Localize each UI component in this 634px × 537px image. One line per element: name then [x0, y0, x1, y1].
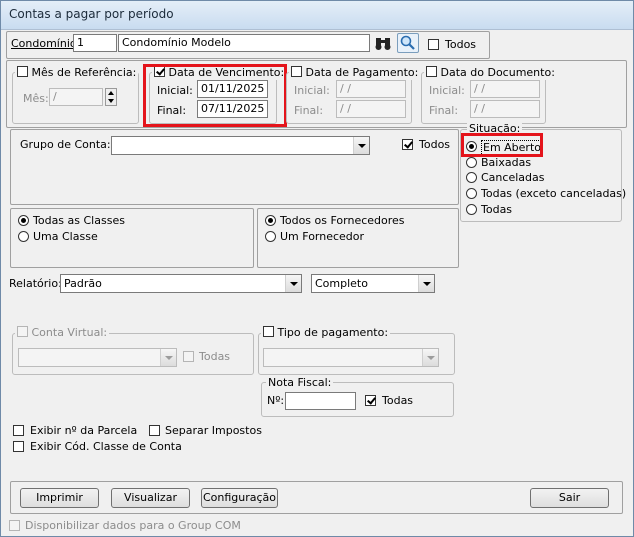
- configuracao-button[interactable]: Configuração: [201, 488, 278, 508]
- todas-classes-label: Todas as Classes: [33, 214, 125, 227]
- search-icon: [400, 35, 415, 50]
- chevron-down-icon[interactable]: [160, 349, 176, 366]
- data-documento-legend: Data do Documento:: [424, 66, 557, 80]
- nota-fiscal-todas-checkbox[interactable]: [365, 395, 376, 406]
- situacao-todas-exceto-label: Todas (exceto canceladas): [481, 187, 627, 200]
- uma-classe-label: Uma Classe: [33, 230, 98, 243]
- sair-button-label: Sair: [558, 491, 581, 504]
- configuracao-button-label: Configuração: [202, 491, 277, 504]
- relatorio-tipo-select[interactable]: Completo: [311, 274, 435, 293]
- conta-virtual-todas-label: Todas: [199, 350, 231, 363]
- todos-fornecedores-label: Todos os Fornecedores: [280, 214, 405, 227]
- vencimento-highlight: [143, 64, 287, 127]
- exibir-cod-classe-label: Exibir Cód. Classe de Conta: [30, 440, 182, 453]
- mes-label: Mês:: [23, 92, 49, 105]
- mes-spinner[interactable]: [105, 88, 117, 106]
- conta-virtual-select[interactable]: [18, 348, 177, 367]
- situacao-canceladas-radio[interactable]: [466, 172, 477, 183]
- situacao-highlight: [461, 133, 543, 157]
- relatorio-value: Padrão: [64, 277, 102, 290]
- tipo-pagamento-legend: Tipo de pagamento:: [261, 326, 391, 340]
- mes-referencia-legend: Mês de Referência:: [15, 66, 139, 80]
- visualizar-button[interactable]: Visualizar: [111, 488, 190, 508]
- situacao-baixadas-label: Baixadas: [481, 156, 532, 169]
- condominio-name-input[interactable]: Condomínio Modelo: [118, 34, 370, 52]
- exibir-cod-classe-checkbox[interactable]: [13, 441, 24, 452]
- group-com-label: Disponibilizar dados para o Group COM: [25, 519, 241, 532]
- separar-impostos-label: Separar Impostos: [165, 424, 262, 437]
- documento-final-input[interactable]: / /: [470, 100, 540, 118]
- binoculars-icon[interactable]: [373, 34, 393, 52]
- chevron-down-icon[interactable]: [418, 275, 434, 292]
- sair-button[interactable]: Sair: [530, 488, 609, 508]
- title-bar: Contas a pagar por período: [1, 1, 633, 30]
- situacao-canceladas-label: Canceladas: [481, 171, 545, 184]
- nota-fiscal-input[interactable]: [285, 392, 356, 410]
- data-documento-label: Data do Documento:: [440, 66, 555, 79]
- chevron-down-icon[interactable]: [353, 137, 369, 154]
- todos-fornecedores-radio[interactable]: [265, 215, 276, 226]
- condominio-todos-checkbox[interactable]: [428, 39, 439, 50]
- nota-fiscal-numero-label: Nº:: [267, 394, 285, 407]
- imprimir-button[interactable]: Imprimir: [20, 488, 99, 508]
- data-documento-checkbox[interactable]: [426, 66, 437, 77]
- visualizar-button-label: Visualizar: [124, 491, 177, 504]
- relatorio-select[interactable]: Padrão: [60, 274, 302, 293]
- conta-virtual-todas-checkbox[interactable]: [183, 351, 194, 362]
- exibir-parcela-checkbox[interactable]: [13, 425, 24, 436]
- situacao-baixadas-radio[interactable]: [466, 157, 477, 168]
- pagamento-final-label: Final:: [294, 104, 324, 117]
- grupo-conta-label: Grupo de Conta:: [20, 138, 111, 151]
- relatorio-label: Relatório:: [9, 277, 62, 290]
- documento-final-label: Final:: [429, 104, 459, 117]
- grupo-conta-todos-label: Todos: [419, 138, 451, 151]
- exibir-parcela-label: Exibir nº da Parcela: [30, 424, 138, 437]
- condominio-todos-label: Todos: [445, 38, 477, 51]
- situacao-todas-label: Todas: [481, 203, 513, 216]
- chevron-down-icon[interactable]: [422, 349, 438, 366]
- group-com-checkbox[interactable]: [9, 520, 20, 531]
- data-pagamento-checkbox[interactable]: [291, 66, 302, 77]
- situacao-todas-exceto-radio[interactable]: [466, 188, 477, 199]
- um-fornecedor-label: Um Fornecedor: [280, 230, 365, 243]
- documento-inicial-input[interactable]: / /: [470, 80, 540, 98]
- mes-referencia-checkbox[interactable]: [17, 66, 28, 77]
- grupo-conta-todos-checkbox[interactable]: [402, 139, 413, 150]
- condominio-label: Condomínio:: [11, 37, 81, 50]
- tipo-pagamento-checkbox[interactable]: [263, 326, 274, 337]
- chevron-down-icon[interactable]: [285, 275, 301, 292]
- grupo-conta-select[interactable]: [111, 136, 370, 155]
- conta-virtual-legend: Conta Virtual:: [15, 326, 110, 340]
- window-title: Contas a pagar por período: [9, 7, 174, 21]
- search-button[interactable]: [397, 33, 419, 53]
- nota-fiscal-todas-label: Todas: [382, 394, 414, 407]
- mes-referencia-label: Mês de Referência:: [31, 66, 137, 79]
- um-fornecedor-radio[interactable]: [265, 231, 276, 242]
- nota-fiscal-label: Nota Fiscal:: [266, 376, 334, 390]
- mes-input[interactable]: /: [49, 88, 103, 106]
- relatorio-tipo-value: Completo: [315, 277, 368, 290]
- uma-classe-radio[interactable]: [18, 231, 29, 242]
- tipo-pagamento-select[interactable]: [263, 348, 439, 367]
- conta-virtual-label: Conta Virtual:: [31, 326, 108, 339]
- condominio-code-input[interactable]: 1: [73, 34, 117, 52]
- data-pagamento-label: Data de Pagamento:: [305, 66, 419, 79]
- separar-impostos-checkbox[interactable]: [149, 425, 160, 436]
- conta-virtual-checkbox[interactable]: [17, 326, 28, 337]
- documento-inicial-label: Inicial:: [429, 84, 465, 97]
- pagamento-inicial-input[interactable]: / /: [336, 80, 406, 98]
- todas-classes-radio[interactable]: [18, 215, 29, 226]
- data-pagamento-legend: Data de Pagamento:: [289, 66, 421, 80]
- situacao-todas-radio[interactable]: [466, 204, 477, 215]
- pagamento-final-input[interactable]: / /: [336, 100, 406, 118]
- pagamento-inicial-label: Inicial:: [294, 84, 330, 97]
- tipo-pagamento-label: Tipo de pagamento:: [277, 326, 389, 339]
- imprimir-button-label: Imprimir: [36, 491, 83, 504]
- report-window: Contas a pagar por período Condomínio: 1…: [0, 0, 634, 537]
